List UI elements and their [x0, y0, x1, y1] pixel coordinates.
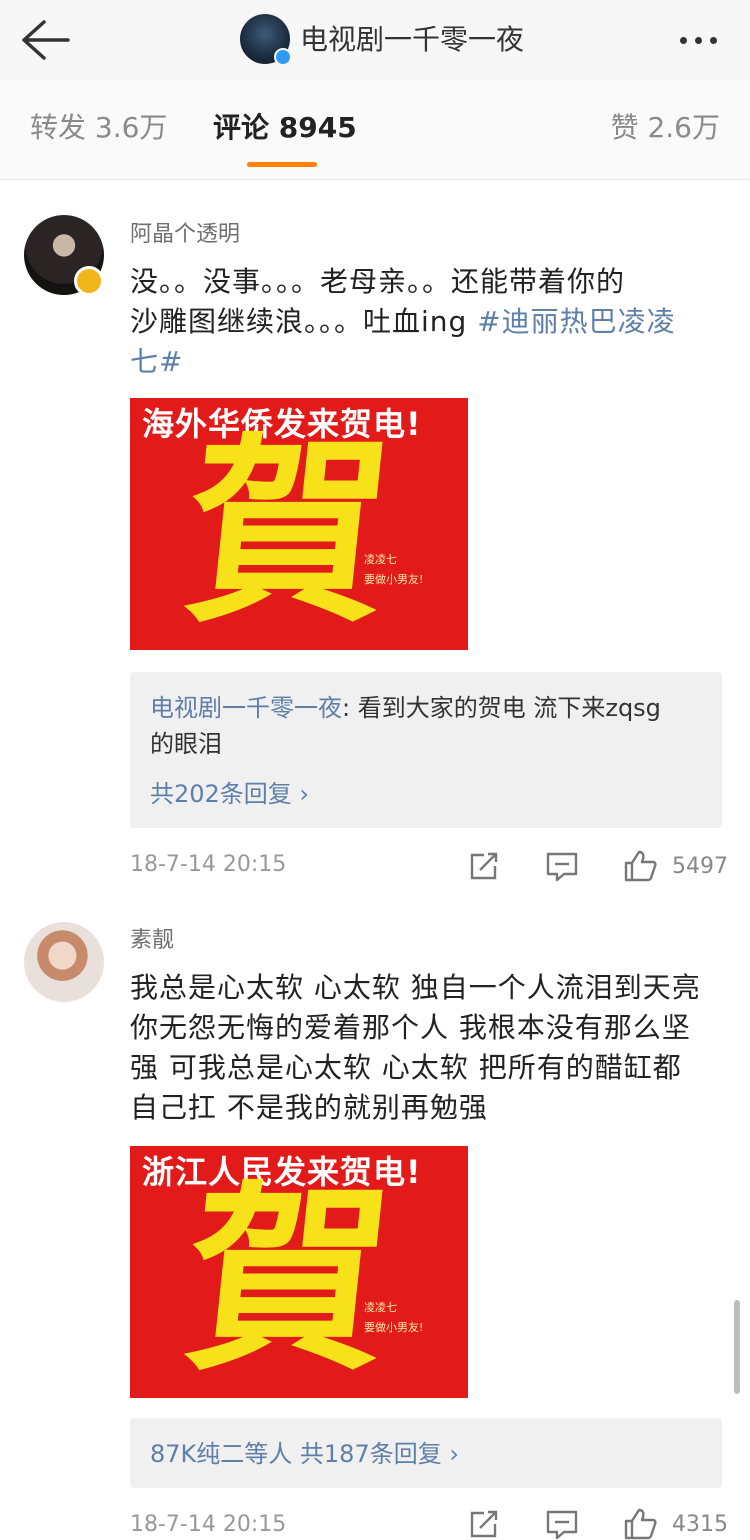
- comment-image[interactable]: 浙江人民发来贺电! 賀 凌凌七 要做小男友!: [130, 1146, 468, 1398]
- comment-timestamp: 18-7-14 20:15: [130, 852, 287, 877]
- comment-author[interactable]: 阿晶个透明: [130, 220, 240, 250]
- share-icon[interactable]: [466, 848, 502, 884]
- image-caption-line: 要做小男友!: [364, 1321, 424, 1334]
- image-caption: 凌凌七 要做小男友!: [364, 550, 423, 590]
- verified-badge-icon: [274, 48, 292, 66]
- comment-text: 没。。没事。。。老母亲。。还能带着你的 沙雕图继续浪。。。吐血ing #迪丽热巴…: [130, 262, 730, 382]
- image-big-character: 賀: [175, 417, 401, 650]
- image-caption-line: 凌凌七: [364, 553, 397, 566]
- like-icon[interactable]: [622, 848, 658, 884]
- active-tab-indicator: [247, 162, 317, 167]
- comment-author[interactable]: 素靓: [130, 926, 174, 956]
- comment-actions: 4315: [466, 1506, 736, 1540]
- tab-repost[interactable]: 转发 3.6万: [30, 108, 167, 148]
- tab-comments[interactable]: 评论 8945: [213, 108, 357, 148]
- avatar[interactable]: [24, 922, 104, 1002]
- reply-text-part: : 看到大家的贺电 流下来zqsg: [342, 694, 661, 722]
- reply-text-part: 的眼泪: [150, 730, 222, 758]
- image-caption-line: 要做小男友!: [364, 573, 424, 586]
- like-count: 5497: [672, 854, 728, 879]
- view-replies-link[interactable]: 87K纯二等人 共187条回复 ›: [150, 1436, 459, 1472]
- share-icon[interactable]: [466, 1506, 502, 1540]
- image-caption-line: 凌凌七: [364, 1301, 397, 1314]
- comment-actions: 5497: [466, 848, 736, 888]
- like-count: 4315: [672, 1512, 728, 1537]
- comment-text-line: 我总是心太软 心太软 独自一个人流泪到天亮: [130, 971, 701, 1004]
- reply-author[interactable]: 电视剧一千零一夜: [150, 694, 342, 722]
- tab-likes[interactable]: 赞 2.6万: [611, 108, 720, 148]
- comment-text-line: 沙雕图继续浪。。。吐血ing: [130, 305, 478, 338]
- reply-box[interactable]: 87K纯二等人 共187条回复 ›: [130, 1418, 722, 1488]
- hashtag-link[interactable]: 七#: [130, 345, 183, 378]
- comment-icon[interactable]: [544, 1506, 580, 1540]
- like-icon[interactable]: [622, 1506, 658, 1540]
- tab-bar: 转发 3.6万 评论 8945 赞 2.6万: [0, 80, 750, 180]
- view-replies-link[interactable]: 共202条回复 ›: [150, 776, 309, 812]
- comment-text: 我总是心太软 心太软 独自一个人流泪到天亮 你无怨无悔的爱着那个人 我根本没有那…: [130, 968, 735, 1128]
- comment-icon[interactable]: [544, 848, 580, 884]
- reply-box[interactable]: 电视剧一千零一夜: 看到大家的贺电 流下来zqsg 的眼泪 共202条回复 ›: [130, 672, 722, 828]
- more-options-icon[interactable]: [680, 28, 732, 52]
- image-big-character: 賀: [175, 1165, 401, 1398]
- comment-text-line: 你无怨无悔的爱着那个人 我根本没有那么坚: [130, 1011, 691, 1044]
- reply-text: 电视剧一千零一夜: 看到大家的贺电 流下来zqsg 的眼泪: [150, 690, 710, 762]
- account-avatar[interactable]: [240, 14, 292, 66]
- back-arrow-icon[interactable]: [18, 18, 72, 62]
- comment-text-line: 没。。没事。。。老母亲。。还能带着你的: [130, 265, 626, 298]
- page-title[interactable]: 电视剧一千零一夜: [300, 20, 524, 60]
- member-badge-icon: [74, 266, 104, 296]
- image-caption: 凌凌七 要做小男友!: [364, 1298, 423, 1338]
- scrollbar[interactable]: [734, 1300, 740, 1394]
- hashtag-link[interactable]: #迪丽热巴凌凌: [477, 305, 675, 338]
- comment-text-line: 自己扛 不是我的就别再勉强: [130, 1091, 488, 1124]
- comment-timestamp: 18-7-14 20:15: [130, 1512, 287, 1537]
- comment-text-line: 强 可我总是心太软 心太软 把所有的醋缸都: [130, 1051, 682, 1084]
- top-nav-bar: 电视剧一千零一夜: [0, 0, 750, 80]
- comment-image[interactable]: 海外华侨发来贺电! 賀 凌凌七 要做小男友!: [130, 398, 468, 650]
